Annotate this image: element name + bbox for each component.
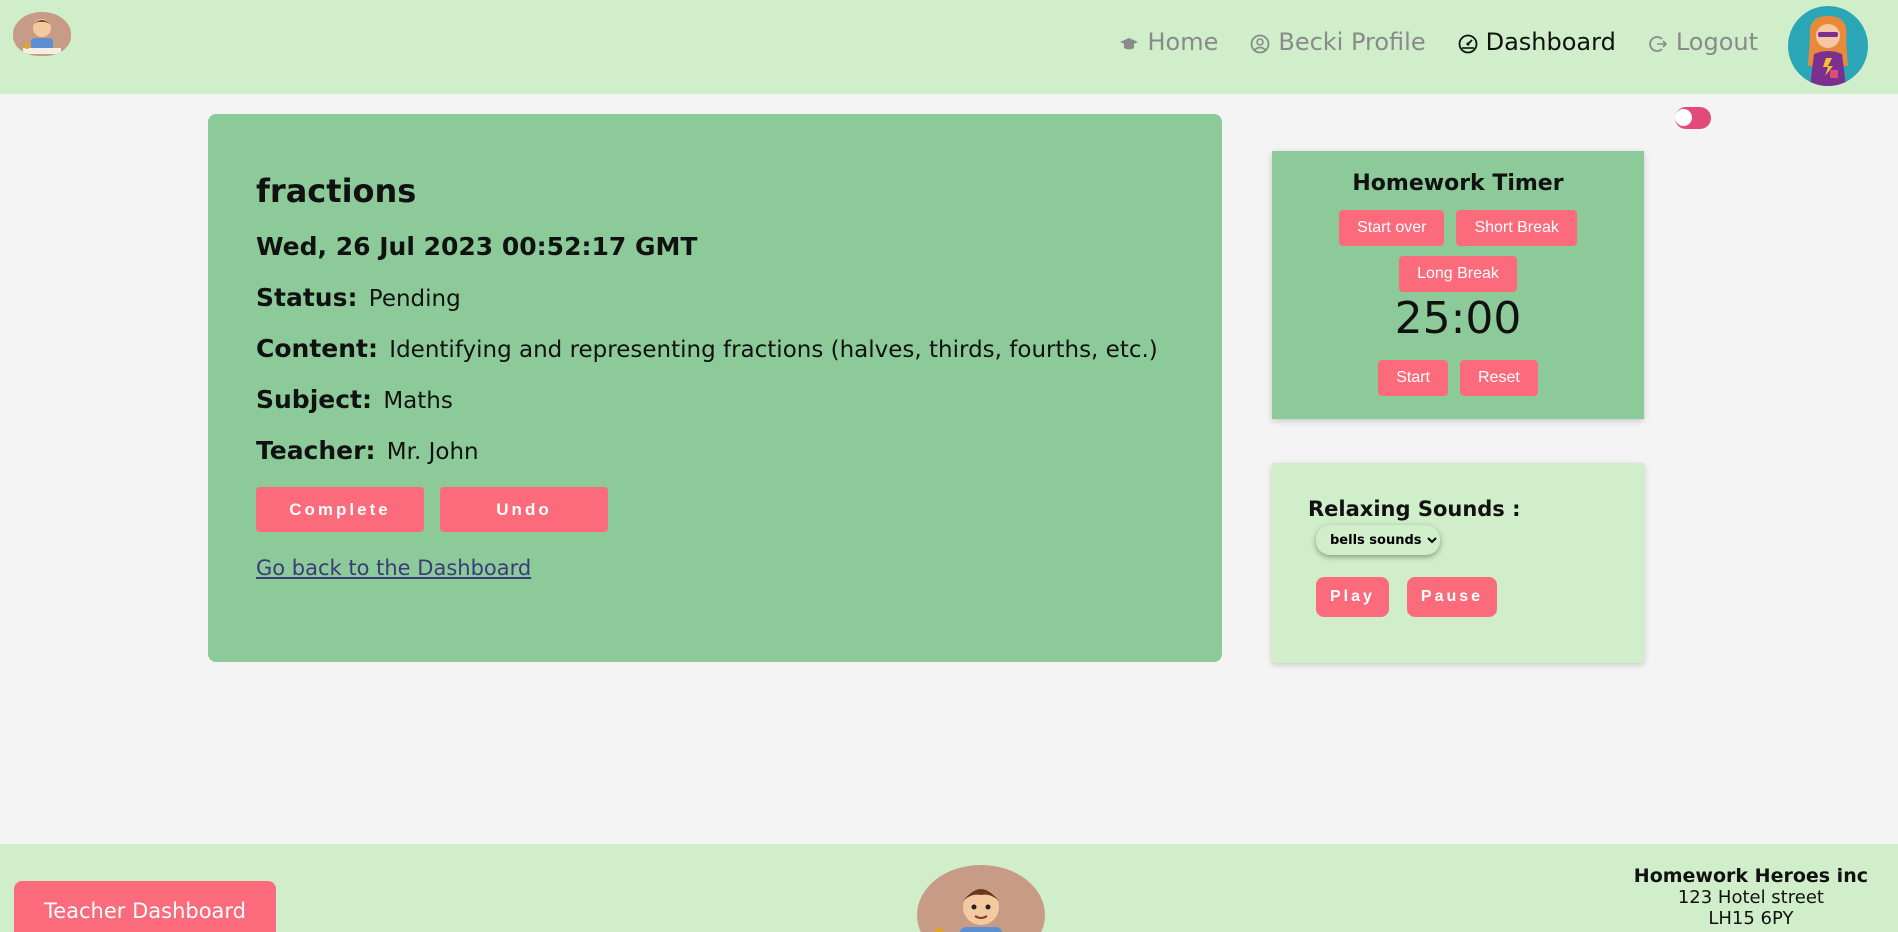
footer-logo [917, 865, 1045, 932]
header: Home Becki Profile Dashboard Logout [0, 0, 1898, 94]
pause-button[interactable]: Pause [1406, 577, 1498, 617]
back-to-dashboard-link[interactable]: Go back to the Dashboard [256, 556, 531, 580]
subject-value: Maths [383, 388, 453, 414]
task-status: Status: Pending [256, 283, 1174, 312]
teacher-value: Mr. John [386, 439, 479, 465]
user-avatar[interactable] [1788, 6, 1868, 86]
timer-control-buttons: Start Reset [1272, 360, 1644, 396]
undo-button[interactable]: Undo [440, 487, 608, 532]
timer-long-break-row: Long Break [1272, 256, 1644, 292]
task-subject: Subject: Maths [256, 385, 1174, 414]
task-actions: Complete Undo [256, 487, 1174, 532]
logo[interactable] [13, 12, 71, 56]
play-button[interactable]: Play [1316, 577, 1389, 617]
subject-label: Subject: [256, 385, 372, 414]
content-value: Identifying and representing fractions (… [389, 337, 1158, 363]
dashboard-gauge-icon [1458, 32, 1478, 54]
short-break-button[interactable]: Short Break [1456, 210, 1577, 246]
company-info: Homework Heroes inc 123 Hotel street LH1… [1633, 865, 1868, 930]
status-label: Status: [256, 283, 358, 312]
content-label: Content: [256, 334, 378, 363]
address-line-2: LH15 6PY [1708, 908, 1794, 929]
address-line-1: 123 Hotel street [1677, 887, 1824, 908]
nav-dashboard[interactable]: Dashboard [1458, 28, 1616, 56]
footer: Teacher Dashboard Homework Heroes inc 12… [0, 844, 1898, 932]
timer-display: 25:00 [1394, 293, 1522, 344]
company-name: Homework Heroes inc [1633, 865, 1868, 887]
nav-logout-label: Logout [1675, 28, 1758, 56]
nav-logout[interactable]: Logout [1648, 28, 1758, 56]
task-title: fractions [256, 172, 417, 210]
timer-start-button[interactable]: Start [1378, 360, 1448, 396]
user-circle-icon [1250, 32, 1270, 54]
long-break-button[interactable]: Long Break [1399, 256, 1517, 292]
graduation-cap-icon [1119, 32, 1139, 52]
teacher-label: Teacher: [256, 436, 376, 465]
nav-profile[interactable]: Becki Profile [1250, 28, 1426, 56]
nav-home-label: Home [1147, 28, 1219, 56]
nav-home[interactable]: Home [1119, 28, 1218, 56]
start-over-button[interactable]: Start over [1339, 210, 1445, 246]
nav-profile-label: Becki Profile [1278, 28, 1426, 56]
sound-controls: Play Pause [1316, 577, 1608, 617]
task-date: Wed, 26 Jul 2023 00:52:17 GMT [256, 232, 698, 261]
relaxing-sounds: Relaxing Sounds : bells sounds Play Paus… [1272, 463, 1644, 663]
timer-mode-buttons: Start over Short Break [1272, 210, 1644, 246]
complete-button[interactable]: Complete [256, 487, 424, 532]
toggle-knob [1675, 109, 1692, 126]
theme-toggle[interactable] [1675, 107, 1711, 129]
homework-timer: Homework Timer Start over Short Break Lo… [1272, 151, 1644, 419]
status-value: Pending [368, 286, 461, 312]
sound-select[interactable]: bells sounds [1316, 525, 1440, 555]
task-teacher: Teacher: Mr. John [256, 436, 1174, 465]
teacher-dashboard-button[interactable]: Teacher Dashboard [14, 881, 276, 932]
nav-dashboard-label: Dashboard [1485, 28, 1616, 56]
timer-title: Homework Timer [1352, 171, 1564, 196]
task-content: Content: Identifying and representing fr… [256, 334, 1174, 363]
main-nav: Home Becki Profile Dashboard Logout [1119, 28, 1758, 56]
task-card: fractions Wed, 26 Jul 2023 00:52:17 GMT … [208, 114, 1222, 662]
timer-reset-button[interactable]: Reset [1460, 360, 1538, 396]
sounds-title: Relaxing Sounds : [1308, 497, 1521, 521]
logout-icon [1648, 32, 1668, 52]
